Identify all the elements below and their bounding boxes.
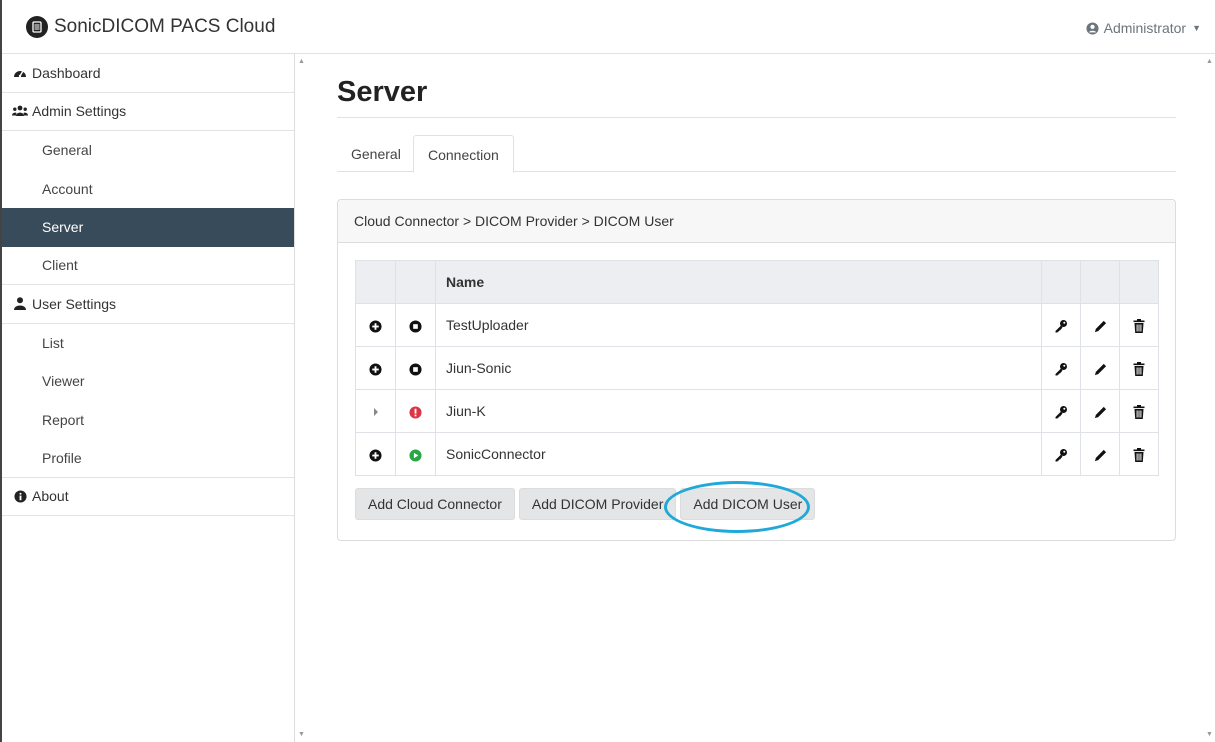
sidebar-item-label: User Settings	[32, 295, 117, 312]
table-row: TestUploader	[355, 303, 1159, 347]
key-icon[interactable]	[1054, 448, 1068, 462]
pencil-icon[interactable]	[1094, 406, 1107, 419]
key-icon[interactable]	[1054, 405, 1068, 419]
sidebar-item-account[interactable]: Account	[2, 170, 294, 209]
breadcrumb: Cloud Connector > DICOM Provider > DICOM…	[338, 200, 1175, 243]
sidebar: Dashboard Admin Settings General Account…	[2, 54, 305, 742]
column-header-key	[1041, 260, 1081, 304]
error-circle-icon	[409, 406, 422, 419]
column-header-name: Name	[435, 260, 1042, 304]
tab-connection[interactable]: Connection	[413, 135, 514, 173]
sidebar-item-server[interactable]: Server	[2, 208, 294, 247]
user-icon	[12, 297, 28, 311]
plus-circle-icon[interactable]	[369, 363, 382, 376]
user-name: Administrator	[1103, 20, 1187, 36]
key-icon[interactable]	[1054, 362, 1068, 376]
tachometer-icon	[12, 66, 28, 79]
sidebar-item-label: Dashboard	[32, 64, 101, 81]
top-navbar: SonicDICOM PACS Cloud Administrator ▼	[2, 0, 1215, 54]
scroll-down-icon[interactable]: ▼	[1206, 731, 1213, 738]
tab-general[interactable]: General	[337, 135, 415, 172]
caret-down-icon: ▼	[1192, 23, 1201, 33]
sidebar-item-label: List	[42, 334, 64, 351]
divider	[337, 117, 1176, 118]
table-row: Jiun-Sonic	[355, 346, 1159, 390]
row-name: Jiun-Sonic	[435, 346, 1042, 390]
server-logo-icon	[26, 16, 48, 38]
row-name: Jiun-K	[435, 389, 1042, 433]
sidebar-item-dashboard[interactable]: Dashboard	[2, 54, 294, 93]
sidebar-item-user-settings[interactable]: User Settings	[2, 285, 294, 324]
users-icon	[12, 105, 28, 117]
row-name: TestUploader	[435, 303, 1042, 347]
pencil-icon[interactable]	[1094, 363, 1107, 376]
caret-right-icon[interactable]	[373, 408, 379, 417]
connection-card: Cloud Connector > DICOM Provider > DICOM…	[337, 199, 1176, 541]
row-name: SonicConnector	[435, 432, 1042, 476]
brand[interactable]: SonicDICOM PACS Cloud	[26, 16, 275, 38]
scroll-up-icon[interactable]: ▲	[298, 58, 305, 65]
page-title: Server	[337, 76, 428, 108]
tab-bar: General Connection	[337, 135, 1176, 173]
main-scrollbar[interactable]: ▲ ▼	[1203, 54, 1215, 742]
add-dicom-provider-button[interactable]: Add DICOM Provider	[518, 488, 677, 520]
scroll-down-icon[interactable]: ▼	[298, 731, 305, 738]
add-dicom-user-button[interactable]: Add DICOM User	[680, 488, 816, 520]
sidebar-item-label: Server	[42, 219, 84, 236]
pencil-icon[interactable]	[1094, 449, 1107, 462]
table-header-row: Name	[355, 260, 1159, 304]
column-header-status	[395, 260, 436, 304]
sidebar-item-viewer[interactable]: Viewer	[2, 362, 294, 401]
sidebar-item-label: Viewer	[42, 373, 85, 390]
scroll-up-icon[interactable]: ▲	[1206, 58, 1213, 65]
trash-icon[interactable]	[1133, 448, 1145, 463]
app-title: SonicDICOM PACS Cloud	[54, 16, 276, 37]
stop-circle-icon	[409, 363, 422, 376]
dicom-user-table: Name TestUploader Jiun-Sonic Jiun-K Soni…	[355, 260, 1159, 476]
sidebar-item-profile[interactable]: Profile	[2, 439, 294, 478]
sidebar-item-label: Admin Settings	[32, 103, 127, 120]
key-icon[interactable]	[1054, 319, 1068, 333]
plus-circle-icon[interactable]	[369, 449, 382, 462]
trash-icon[interactable]	[1133, 319, 1145, 334]
plus-circle-icon[interactable]	[369, 320, 382, 333]
user-circle-icon	[1086, 21, 1099, 35]
table-row: Jiun-K	[355, 389, 1159, 433]
stop-circle-icon	[409, 320, 422, 333]
trash-icon[interactable]	[1133, 362, 1145, 377]
sidebar-item-report[interactable]: Report	[2, 401, 294, 440]
sidebar-item-list[interactable]: List	[2, 324, 294, 363]
column-header-edit	[1080, 260, 1120, 304]
sidebar-item-about[interactable]: About	[2, 478, 294, 516]
sidebar-item-admin-settings[interactable]: Admin Settings	[2, 93, 294, 131]
sidebar-item-label: Client	[42, 257, 78, 274]
sidebar-item-label: Profile	[42, 449, 82, 466]
sidebar-item-label: Report	[42, 411, 85, 428]
column-header-delete	[1119, 260, 1159, 304]
pencil-icon[interactable]	[1094, 320, 1107, 333]
info-circle-icon	[12, 490, 28, 503]
add-cloud-connector-button[interactable]: Add Cloud Connector	[355, 488, 515, 520]
main-content: Server General Connection Cloud Connecto…	[308, 54, 1203, 742]
user-menu[interactable]: Administrator ▼	[1086, 20, 1201, 36]
play-circle-icon	[409, 449, 422, 462]
trash-icon[interactable]	[1133, 405, 1145, 420]
column-header-expand	[355, 260, 396, 304]
sidebar-item-client[interactable]: Client	[2, 247, 294, 285]
button-row: Add Cloud Connector Add DICOM Provider A…	[355, 488, 819, 520]
sidebar-item-label: About	[32, 488, 69, 505]
table-row: SonicConnector	[355, 432, 1159, 476]
sidebar-item-label: General	[42, 142, 92, 159]
sidebar-item-label: Account	[42, 180, 93, 197]
sidebar-scrollbar[interactable]: ▲ ▼	[296, 54, 306, 742]
sidebar-item-general[interactable]: General	[2, 131, 294, 170]
